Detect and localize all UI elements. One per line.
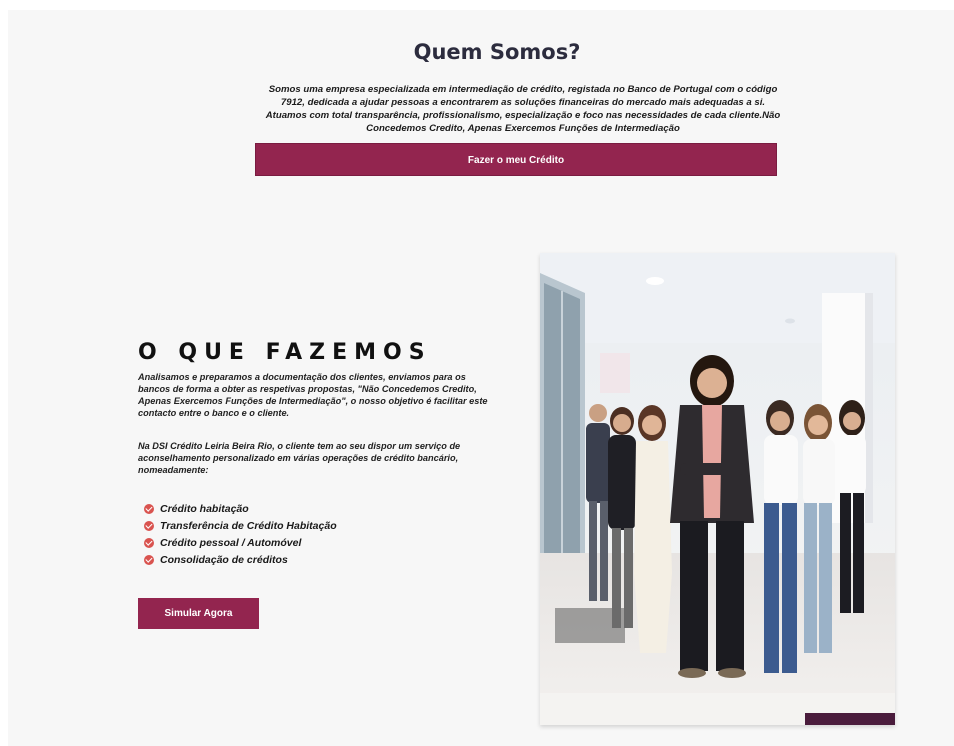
services-paragraph-1: Analisamos e preparamos a documentação d… <box>138 372 488 418</box>
about-text: Somos uma empresa especializada em inter… <box>265 84 781 134</box>
page-body: Quem Somos? Somos uma empresa especializ… <box>8 10 954 746</box>
service-label: Transferência de Crédito Habitação <box>160 519 337 532</box>
service-label: Crédito habitação <box>160 502 249 515</box>
list-item: Transferência de Crédito Habitação <box>144 517 337 534</box>
list-item: Crédito pessoal / Automóvel <box>144 534 337 551</box>
make-credit-button[interactable]: Fazer o meu Crédito <box>255 143 777 176</box>
simulate-now-button[interactable]: Simular Agora <box>138 598 259 629</box>
services-paragraph-2: Na DSI Crédito Leiria Beira Rio, o clien… <box>138 441 461 475</box>
service-label: Crédito pessoal / Automóvel <box>160 536 302 549</box>
list-item: Consolidação de créditos <box>144 551 337 568</box>
list-item: Crédito habitação <box>144 500 337 517</box>
services-list: Crédito habitação Transferência de Crédi… <box>144 500 337 568</box>
team-photo <box>540 253 895 725</box>
check-circle-icon <box>144 554 154 565</box>
team-photo-illustration <box>540 253 895 725</box>
check-circle-icon <box>144 537 154 548</box>
check-circle-icon <box>144 503 154 514</box>
check-circle-icon <box>144 520 154 531</box>
service-label: Consolidação de créditos <box>160 553 288 566</box>
photo-logo-strip <box>805 713 895 725</box>
services-title: O QUE FAZEMOS <box>138 340 432 365</box>
about-title: Quem Somos? <box>413 40 581 64</box>
